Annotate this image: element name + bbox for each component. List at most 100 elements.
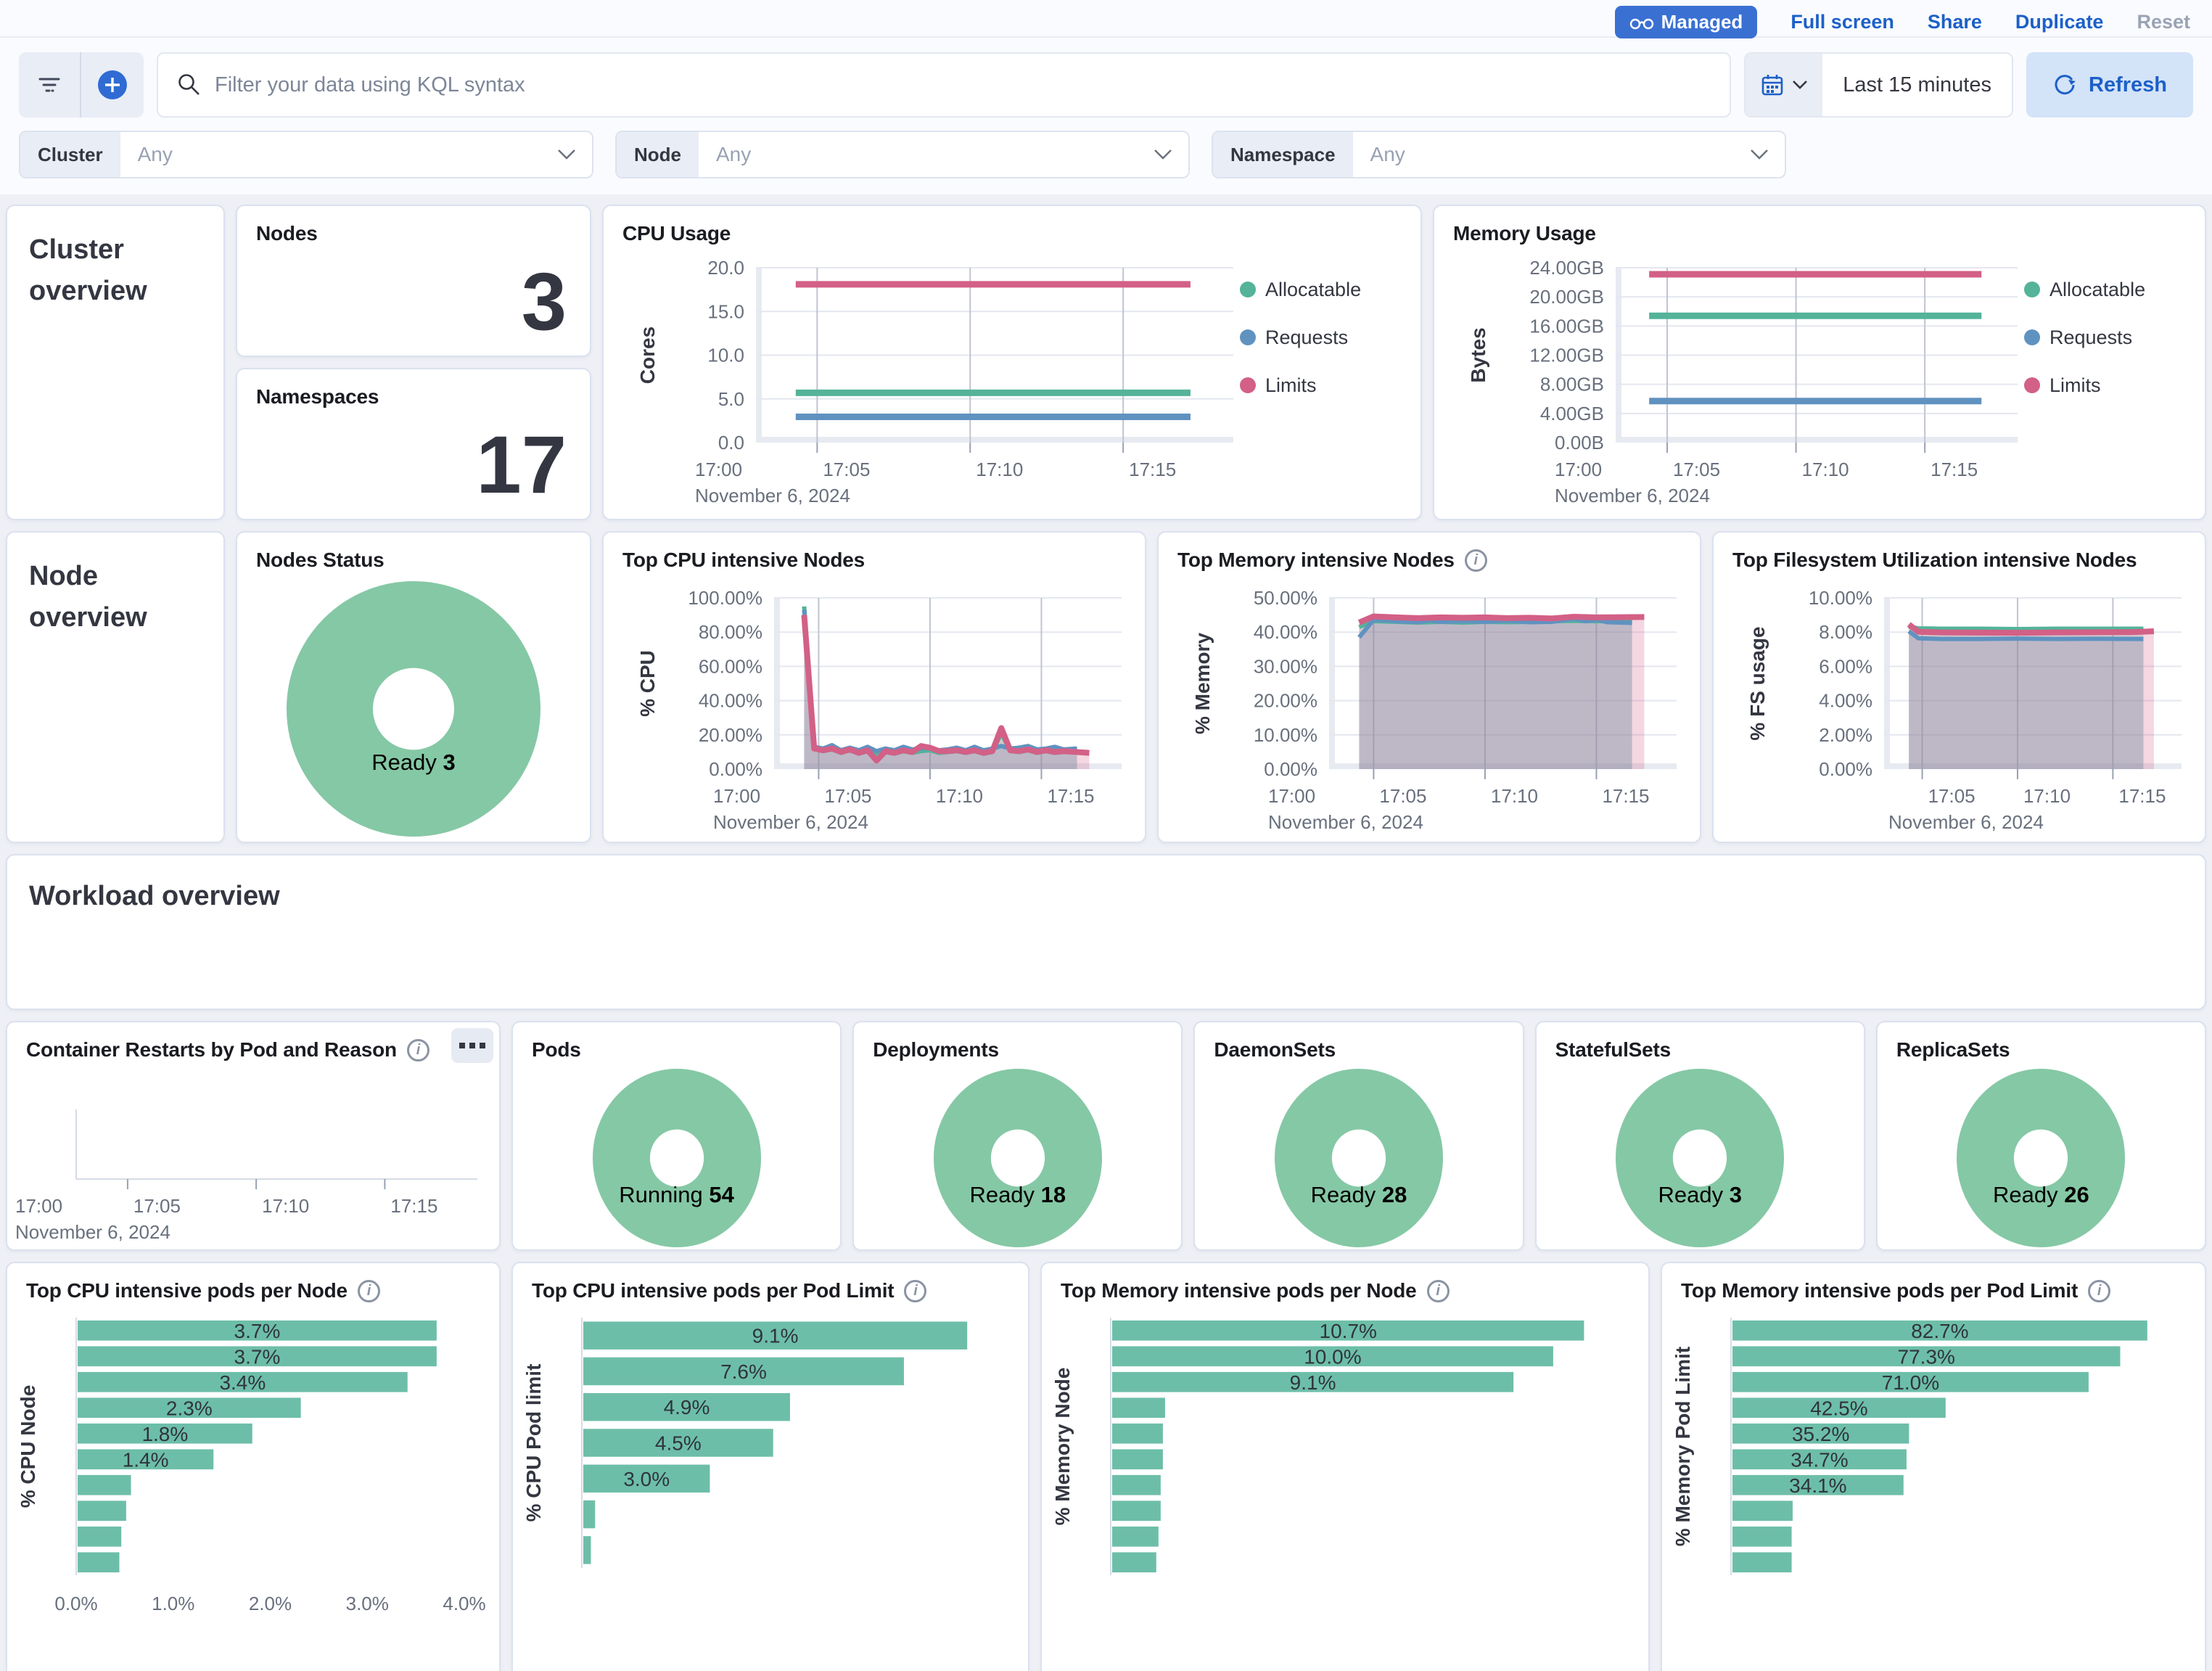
refresh-button[interactable]: Refresh <box>2026 52 2193 118</box>
svg-text:Allocatable: Allocatable <box>2049 279 2145 300</box>
svg-text:% FS usage: % FS usage <box>1746 626 1769 740</box>
memory-usage-title: Memory Usage <box>1434 206 2205 250</box>
svg-text:10.00%: 10.00% <box>1254 724 1317 746</box>
pods-panel: Pods Running 54 <box>511 1021 842 1251</box>
container-restarts-panel: Container Restarts by Pod and Reason 17:… <box>6 1021 501 1251</box>
nodes-metric-panel: Nodes 3 <box>236 205 591 357</box>
svg-text:20.00%: 20.00% <box>1254 690 1317 712</box>
svg-text:100.00%: 100.00% <box>688 587 762 609</box>
duplicate-button[interactable]: Duplicate <box>2015 11 2104 33</box>
cluster-overview-row: Cluster overview Nodes 3 Namespaces 17 C… <box>6 205 2206 520</box>
kql-search-input[interactable] <box>215 73 1711 97</box>
svg-text:17:15: 17:15 <box>1129 459 1176 480</box>
svg-text:17:15: 17:15 <box>2118 785 2166 807</box>
filter-lines-icon <box>37 75 62 95</box>
refresh-label: Refresh <box>2089 73 2167 97</box>
metric-stack: Nodes 3 Namespaces 17 <box>236 205 591 520</box>
chevron-down-icon <box>1154 149 1172 160</box>
node-filter[interactable]: Node Any <box>615 131 1190 178</box>
statefulsets-panel: StatefulSets Ready 3 <box>1535 1021 1865 1251</box>
kql-search-box <box>157 52 1731 118</box>
svg-text:10.00%: 10.00% <box>1809 587 1872 609</box>
svg-text:4.0%: 4.0% <box>443 1593 485 1614</box>
reset-button[interactable]: Reset <box>2137 11 2190 33</box>
svg-text:17:15: 17:15 <box>390 1195 437 1217</box>
add-filter-button[interactable] <box>81 52 144 118</box>
svg-text:17:10: 17:10 <box>262 1195 309 1217</box>
svg-text:17:05: 17:05 <box>1928 785 1975 807</box>
svg-text:17:15: 17:15 <box>1602 785 1649 807</box>
svg-text:10.0%: 10.0% <box>1304 1345 1361 1368</box>
svg-text:9.1%: 9.1% <box>752 1325 799 1347</box>
svg-text:0.00%: 0.00% <box>1819 758 1872 780</box>
svg-text:17:15: 17:15 <box>1931 459 1978 480</box>
namespace-filter[interactable]: Namespace Any <box>1212 131 1786 178</box>
svg-text:20.00GB: 20.00GB <box>1529 286 1604 308</box>
chevron-down-icon <box>557 149 576 160</box>
info-icon[interactable] <box>358 1280 380 1302</box>
svg-text:3.0%: 3.0% <box>346 1593 389 1614</box>
calendar-dropdown-button[interactable] <box>1746 54 1822 116</box>
daemonsets-panel: DaemonSets Ready 28 <box>1193 1021 1524 1251</box>
time-picker: Last 15 minutes <box>1744 52 2013 118</box>
cpu-per-pod-limit-title: Top CPU intensive pods per Pod Limit <box>513 1263 1028 1307</box>
cluster-filter[interactable]: Cluster Any <box>19 131 593 178</box>
top-chrome: Managed Full screen Share Duplicate Rese… <box>0 0 2212 194</box>
managed-badge[interactable]: Managed <box>1615 6 1758 38</box>
mem-per-pod-limit-panel: Top Memory intensive pods per Pod Limit … <box>1661 1262 2206 1671</box>
mem-per-node-title: Top Memory intensive pods per Node <box>1042 1263 1648 1307</box>
svg-text:71.0%: 71.0% <box>1882 1371 1939 1394</box>
svg-text:% CPU Node: % CPU Node <box>17 1385 39 1508</box>
node-filter-value: Any <box>699 143 1154 166</box>
svg-text:1.4%: 1.4% <box>123 1448 169 1471</box>
svg-text:60.00%: 60.00% <box>699 655 762 677</box>
info-icon[interactable] <box>1465 549 1487 572</box>
svg-text:80.00%: 80.00% <box>699 621 762 643</box>
node-overview-title: Node overview <box>7 533 223 662</box>
statefulsets-donut: Ready 3 <box>1537 1066 1864 1249</box>
nodes-status-title: Nodes Status <box>237 533 590 576</box>
workload-bars-row: Top CPU intensive pods per Node 3.7%3.7%… <box>6 1262 2206 1671</box>
info-icon[interactable] <box>2088 1280 2110 1302</box>
filter-menu-button[interactable] <box>19 52 81 118</box>
svg-text:% CPU: % CPU <box>636 650 659 717</box>
time-range-value[interactable]: Last 15 minutes <box>1822 54 2012 116</box>
svg-text:0.0%: 0.0% <box>54 1593 97 1614</box>
mem-per-node-panel: Top Memory intensive pods per Node 10.7%… <box>1040 1262 1650 1671</box>
deployments-title: Deployments <box>854 1022 1181 1066</box>
memory-usage-panel: Memory Usage 0.00B4.00GB8.00GB12.00GB16.… <box>1433 205 2206 520</box>
svg-text:3.7%: 3.7% <box>234 1320 281 1342</box>
full-screen-button[interactable]: Full screen <box>1790 11 1894 33</box>
container-restarts-chart: 17:0017:0517:1017:15November 6, 2024 <box>7 1066 499 1246</box>
node-overview-panel: Node overview <box>6 531 225 843</box>
query-bar: Last 15 minutes Refresh <box>0 38 2212 128</box>
info-icon[interactable] <box>904 1280 926 1302</box>
svg-text:4.00GB: 4.00GB <box>1540 403 1604 424</box>
top-memory-nodes-panel: Top Memory intensive Nodes 0.00%10.00%20… <box>1157 531 1701 843</box>
share-button[interactable]: Share <box>1928 11 1982 33</box>
info-icon[interactable] <box>1427 1280 1450 1302</box>
panel-options-button[interactable] <box>451 1028 493 1063</box>
svg-text:November 6, 2024: November 6, 2024 <box>15 1221 170 1243</box>
cpu-usage-panel: CPU Usage 0.05.010.015.020.017:0017:0517… <box>602 205 1422 520</box>
svg-text:17:05: 17:05 <box>1673 459 1720 480</box>
svg-text:7.6%: 7.6% <box>720 1360 767 1383</box>
top-fs-nodes-chart: 0.00%2.00%4.00%6.00%8.00%10.00%17:0517:1… <box>1714 576 2205 832</box>
top-fs-nodes-title: Top Filesystem Utilization intensive Nod… <box>1714 533 2205 576</box>
svg-text:Bytes: Bytes <box>1467 327 1489 382</box>
deployments-label: Ready 18 <box>969 1182 1066 1208</box>
svg-text:Limits: Limits <box>2049 374 2101 396</box>
svg-text:Requests: Requests <box>1265 327 1348 348</box>
namespace-filter-label: Namespace <box>1213 132 1353 177</box>
calendar-icon <box>1760 73 1785 97</box>
svg-text:0.0: 0.0 <box>718 432 744 453</box>
pods-label: Running 54 <box>619 1182 734 1208</box>
svg-text:10.7%: 10.7% <box>1320 1320 1377 1342</box>
daemonsets-donut: Ready 28 <box>1195 1066 1522 1249</box>
svg-text:6.00%: 6.00% <box>1819 655 1872 677</box>
cpu-usage-title: CPU Usage <box>604 206 1420 250</box>
svg-text:35.2%: 35.2% <box>1792 1423 1849 1445</box>
svg-text:30.00%: 30.00% <box>1254 655 1317 677</box>
info-icon[interactable] <box>407 1039 429 1062</box>
svg-text:% CPU Pod limit: % CPU Pod limit <box>522 1364 545 1522</box>
